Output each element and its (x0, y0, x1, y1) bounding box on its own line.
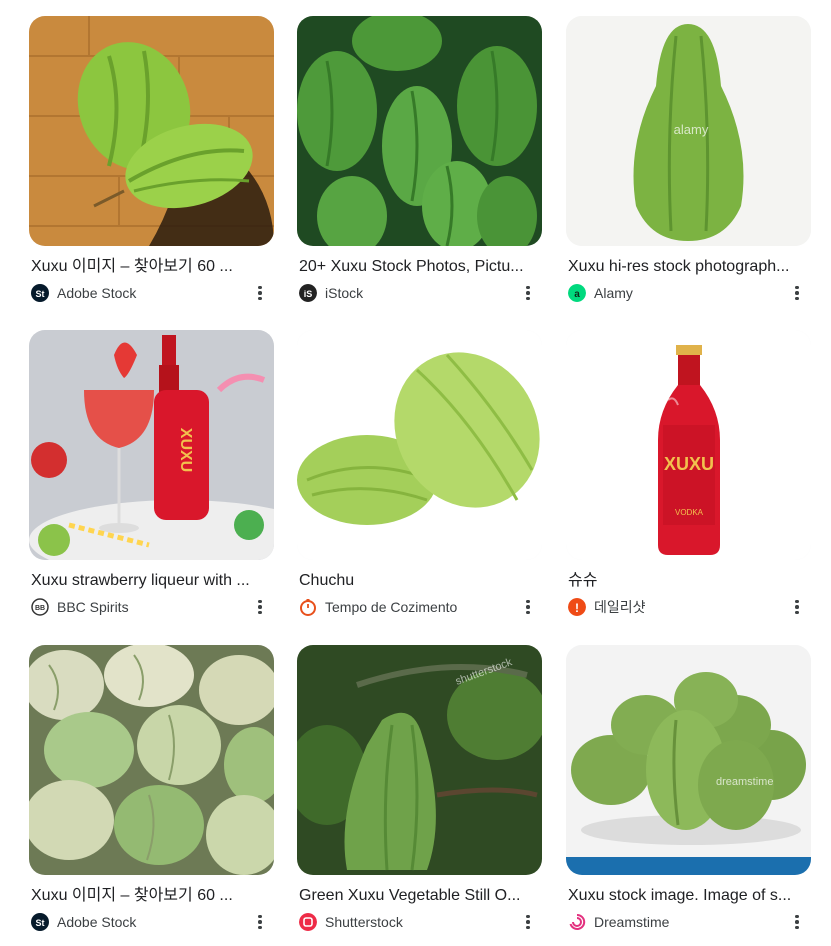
result-thumbnail[interactable] (297, 330, 542, 560)
result-card[interactable]: XUXU VODKA 슈슈 ! 데일리샷 (566, 330, 811, 630)
source-name: BBC Spirits (57, 599, 129, 615)
more-options-icon[interactable] (249, 911, 271, 933)
chayote-group-image: dreamstime (566, 645, 811, 875)
more-options-icon[interactable] (786, 911, 808, 933)
result-title[interactable]: Xuxu strawberry liqueur with ... (31, 570, 269, 592)
image-results-grid: Xuxu 이미지 – 찾아보기 60 ... St Adobe Stock 20… (0, 0, 831, 946)
result-source[interactable]: iS iStock (299, 282, 539, 304)
more-options-icon[interactable] (249, 596, 271, 618)
result-card[interactable]: shutterstock Green Xuxu Vegetable Still … (297, 645, 542, 945)
result-thumbnail[interactable] (29, 645, 274, 875)
result-thumbnail[interactable] (297, 16, 542, 246)
svg-text:a: a (574, 289, 580, 300)
result-title[interactable]: Xuxu hi-res stock photograph... (568, 256, 806, 278)
result-thumbnail[interactable]: shutterstock (297, 645, 542, 875)
dreamstime-icon (568, 913, 586, 931)
result-source[interactable]: Dreamstime (568, 911, 808, 933)
adobe-stock-icon: St (31, 913, 49, 931)
strawberry-liqueur-cocktail-image: XUXU (29, 330, 274, 560)
adobe-stock-icon: St (31, 284, 49, 302)
bbc-spirits-icon: BB (31, 598, 49, 616)
svg-text:BB: BB (35, 605, 45, 612)
svg-text:St: St (36, 918, 45, 928)
result-source[interactable]: Shutterstock (299, 911, 539, 933)
chayote-market-pile-image (29, 645, 274, 875)
svg-text:VODKA: VODKA (675, 508, 704, 517)
istock-icon: iS (299, 284, 317, 302)
source-name: Adobe Stock (57, 285, 137, 301)
result-card[interactable]: 20+ Xuxu Stock Photos, Pictu... iS iStoc… (297, 16, 542, 316)
more-options-icon[interactable] (786, 282, 808, 304)
result-card[interactable]: Xuxu 이미지 – 찾아보기 60 ... St Adobe Stock (29, 16, 274, 316)
chayote-on-vine-image: shutterstock (297, 645, 542, 875)
result-card[interactable]: Xuxu 이미지 – 찾아보기 60 ... St Adobe Stock (29, 645, 274, 945)
source-name: Tempo de Cozimento (325, 599, 458, 615)
svg-text:dreamstime: dreamstime (716, 776, 773, 788)
result-thumbnail[interactable]: dreamstime (566, 645, 811, 875)
more-options-icon[interactable] (786, 596, 808, 618)
more-options-icon[interactable] (249, 282, 271, 304)
result-source[interactable]: St Adobe Stock (31, 282, 271, 304)
source-name: Alamy (594, 285, 633, 301)
result-source[interactable]: St Adobe Stock (31, 911, 271, 933)
chayote-on-wood-image (29, 16, 274, 246)
tempo-de-cozimento-icon (299, 598, 317, 616)
result-thumbnail[interactable]: XUXU VODKA (566, 330, 811, 560)
result-title[interactable]: Xuxu 이미지 – 찾아보기 60 ... (31, 256, 269, 278)
result-thumbnail[interactable]: alamy (566, 16, 811, 246)
result-source[interactable]: BB BBC Spirits (31, 596, 271, 618)
source-name: Shutterstock (325, 914, 403, 930)
source-name: iStock (325, 285, 364, 301)
svg-text:XUXU: XUXU (664, 454, 714, 474)
shutterstock-icon (299, 913, 317, 931)
svg-text:St: St (36, 289, 45, 299)
result-source[interactable]: Tempo de Cozimento (299, 596, 539, 618)
result-source[interactable]: a Alamy (568, 282, 808, 304)
result-card[interactable]: alamy Xuxu hi-res stock photograph... a … (566, 16, 811, 316)
result-title[interactable]: 20+ Xuxu Stock Photos, Pictu... (299, 256, 537, 278)
svg-text:!: ! (575, 601, 579, 615)
result-title[interactable]: Xuxu stock image. Image of s... (568, 885, 806, 907)
two-chayotes-image (297, 330, 542, 560)
more-options-icon[interactable] (517, 282, 539, 304)
svg-text:XUXU: XUXU (177, 428, 194, 472)
source-name: Dreamstime (594, 914, 670, 930)
result-title[interactable]: Green Xuxu Vegetable Still O... (299, 885, 537, 907)
result-card[interactable]: dreamstime Xuxu stock image. Image of s.… (566, 645, 811, 945)
svg-text:alamy: alamy (674, 122, 709, 137)
more-options-icon[interactable] (517, 911, 539, 933)
result-title[interactable]: 슈슈 (568, 570, 806, 592)
result-card[interactable]: XUXU Xuxu strawberry liqueur with ... BB… (29, 330, 274, 630)
result-card[interactable]: Chuchu Tempo de Cozimento (297, 330, 542, 630)
dailyshot-icon: ! (568, 598, 586, 616)
svg-text:iS: iS (304, 289, 313, 299)
result-thumbnail[interactable]: XUXU (29, 330, 274, 560)
result-thumbnail[interactable] (29, 16, 274, 246)
source-name: 데일리샷 (594, 599, 646, 615)
source-name: Adobe Stock (57, 914, 137, 930)
chayote-pile-image (297, 16, 542, 246)
result-source[interactable]: ! 데일리샷 (568, 596, 808, 618)
xuxu-bottle-image: XUXU VODKA (566, 330, 811, 560)
more-options-icon[interactable] (517, 596, 539, 618)
alamy-icon: a (568, 284, 586, 302)
single-chayote-image: alamy (566, 16, 811, 246)
result-title[interactable]: Xuxu 이미지 – 찾아보기 60 ... (31, 885, 269, 907)
result-title[interactable]: Chuchu (299, 570, 537, 592)
